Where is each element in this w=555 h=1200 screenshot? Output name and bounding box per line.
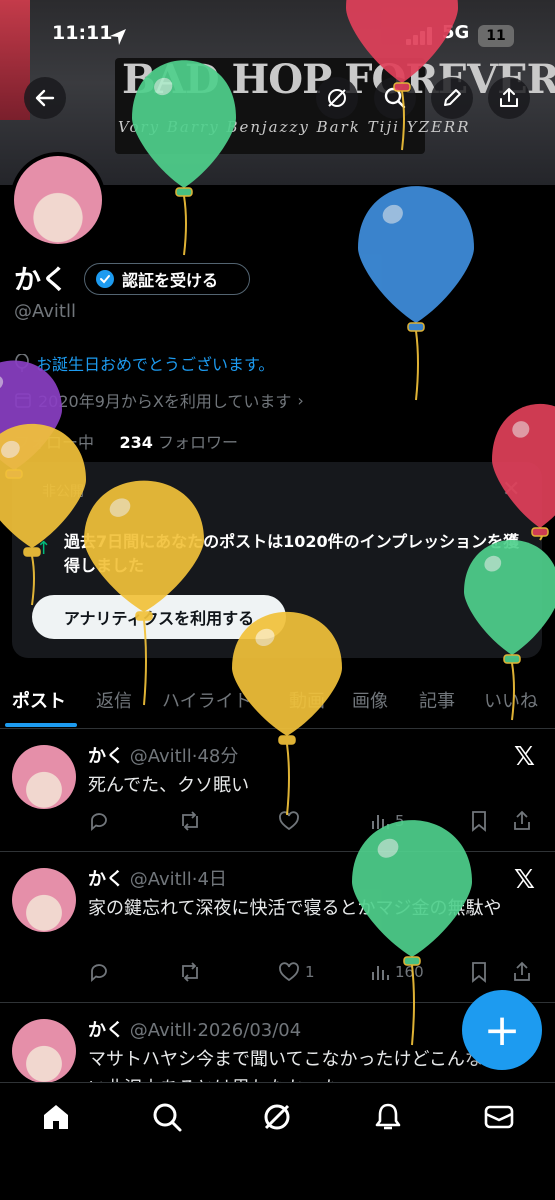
analytics-card: 非公開 ✕ ↑ 過去7日間にあなたのポストは1020件のインプレッションを獲得し… xyxy=(12,462,542,658)
joined-text: 2020年9月からXを利用しています xyxy=(38,392,292,411)
tab-replies[interactable]: 返信 xyxy=(96,687,132,713)
post-item[interactable]: かく @Avitll·48分 𝕏 死んでた、クソ眠い 5 xyxy=(0,730,555,852)
edit-icon xyxy=(444,89,461,106)
view-count: 5 xyxy=(395,812,405,830)
views-icon[interactable]: 5 xyxy=(370,811,470,831)
share-post-icon[interactable] xyxy=(512,810,532,832)
grok-button[interactable] xyxy=(316,77,358,119)
profile-avatar[interactable] xyxy=(10,152,106,248)
tab-articles[interactable]: 記事 xyxy=(419,687,455,713)
post-avatar[interactable] xyxy=(12,1019,76,1082)
get-verified-label: 認証を受ける xyxy=(122,271,219,290)
tab-images[interactable]: 画像 xyxy=(352,687,388,713)
post-avatar[interactable] xyxy=(12,868,76,932)
calendar-icon xyxy=(15,393,31,408)
active-tab-indicator xyxy=(5,723,77,727)
trend-up-icon: ↑ xyxy=(36,538,52,559)
status-time: 11:11 xyxy=(52,22,113,44)
repost-icon[interactable] xyxy=(178,810,278,832)
post-text: 死んでた、クソ眠い xyxy=(88,775,250,796)
share-post-icon[interactable] xyxy=(512,961,532,983)
post-actions: 1 160 xyxy=(88,961,541,983)
post-author: かく xyxy=(88,746,124,767)
post-author: かく xyxy=(88,869,124,890)
joined-date[interactable]: 2020年9月からXを利用しています › xyxy=(14,388,304,412)
post-actions: 5 xyxy=(88,810,541,832)
tab-highlights[interactable]: ハイライト xyxy=(162,687,252,713)
post-text: 家の鍵忘れて深夜に快活で寝るとかマジ金の無駄や xyxy=(88,898,502,919)
balloon xyxy=(358,186,474,401)
analytics-message: 過去7日間にあなたのポストは1020件のインプレッションを獲得しました xyxy=(64,532,520,575)
tab-videos[interactable]: 動画 xyxy=(289,687,325,713)
chevron-right-icon: › xyxy=(297,390,304,410)
like-count: 1 xyxy=(305,963,315,981)
verified-badge-icon xyxy=(96,270,114,288)
post-handle: @Avitll xyxy=(129,1020,192,1041)
post-handle: @Avitll xyxy=(129,869,192,890)
reply-icon[interactable] xyxy=(88,961,178,983)
search-button[interactable] xyxy=(374,77,416,119)
profile-handle: @Avitll xyxy=(14,301,76,322)
following-link[interactable]: フォロー中 xyxy=(14,433,94,452)
follow-stats: フォロー中 234 フォロワー xyxy=(14,429,238,453)
post-avatar[interactable] xyxy=(12,745,76,809)
views-icon[interactable]: 160 xyxy=(370,962,470,982)
grok-icon xyxy=(328,89,346,107)
repost-icon[interactable] xyxy=(178,961,278,983)
post-time: 4日 xyxy=(197,869,227,890)
tab-likes[interactable]: いいね xyxy=(484,687,538,713)
x-logo-icon: 𝕏 xyxy=(514,742,535,772)
post-item[interactable]: かく @Avitll·4日 𝕏 家の鍵忘れて深夜に快活で寝るとかマジ金の無駄や … xyxy=(0,853,555,1003)
like-icon[interactable]: 1 xyxy=(278,962,370,982)
birthday-banner: お誕生日おめでとうございます。 xyxy=(14,351,274,375)
tab-posts[interactable]: ポスト xyxy=(12,687,66,713)
post-meta: かく @Avitll·4日 xyxy=(88,869,227,890)
post-meta: かく @Avitll·48分 xyxy=(88,746,239,767)
back-button[interactable] xyxy=(24,77,66,119)
post-time: 2026/03/04 xyxy=(197,1020,302,1041)
balloon xyxy=(0,360,62,479)
birthday-text: お誕生日おめでとうございます。 xyxy=(36,355,275,374)
post-time: 48分 xyxy=(197,746,239,767)
post-meta: かく @Avitll·2026/03/04 xyxy=(88,1020,302,1041)
home-icon[interactable] xyxy=(40,1101,72,1133)
private-label: 非公開 xyxy=(42,484,84,500)
plus-icon: + xyxy=(483,1004,521,1056)
bookmark-icon[interactable] xyxy=(470,810,512,832)
post-text: マサトハヤシ今まで聞いてこなかったけどこんなにいい曲沢山あるとは思わなかった xyxy=(88,1049,519,1082)
post-author: かく xyxy=(88,1020,124,1041)
followers-link[interactable]: フォロワー xyxy=(158,433,238,452)
profile-tabs: ポスト 返信 ハイライト 動画 画像 記事 いいね xyxy=(0,675,555,729)
followers-count: 234 xyxy=(119,433,153,452)
messages-icon[interactable] xyxy=(483,1101,515,1133)
battery-indicator: 11 xyxy=(478,25,514,47)
post-handle: @Avitll xyxy=(129,746,192,767)
view-count: 160 xyxy=(395,963,424,981)
balloon-icon xyxy=(15,354,29,372)
get-verified-button[interactable]: 認証を受ける xyxy=(84,263,250,295)
like-icon[interactable] xyxy=(278,811,370,831)
x-logo-icon: 𝕏 xyxy=(514,865,535,895)
close-icon[interactable]: ✕ xyxy=(502,477,520,502)
notifications-icon[interactable] xyxy=(372,1101,404,1133)
bookmark-icon[interactable] xyxy=(470,961,512,983)
share-icon xyxy=(500,88,518,107)
reply-icon[interactable] xyxy=(88,810,178,832)
search-icon xyxy=(384,87,406,109)
bottom-navigation xyxy=(0,1082,555,1200)
analytics-button[interactable]: アナリティクスを利用する xyxy=(32,595,286,639)
signal-icon xyxy=(406,27,432,45)
share-button[interactable] xyxy=(488,77,530,119)
profile-name: かく xyxy=(14,265,68,296)
location-arrow-icon xyxy=(110,29,126,45)
search-icon[interactable] xyxy=(151,1101,183,1133)
edit-profile-button[interactable] xyxy=(431,77,473,119)
compose-post-button[interactable]: + xyxy=(462,990,542,1070)
back-arrow-icon xyxy=(35,89,55,107)
banner-signatures: Vory Barry Benjazzy Bark Tiji YZERR xyxy=(118,118,471,136)
grok-icon[interactable] xyxy=(261,1101,293,1133)
network-type: 5G xyxy=(442,22,470,43)
